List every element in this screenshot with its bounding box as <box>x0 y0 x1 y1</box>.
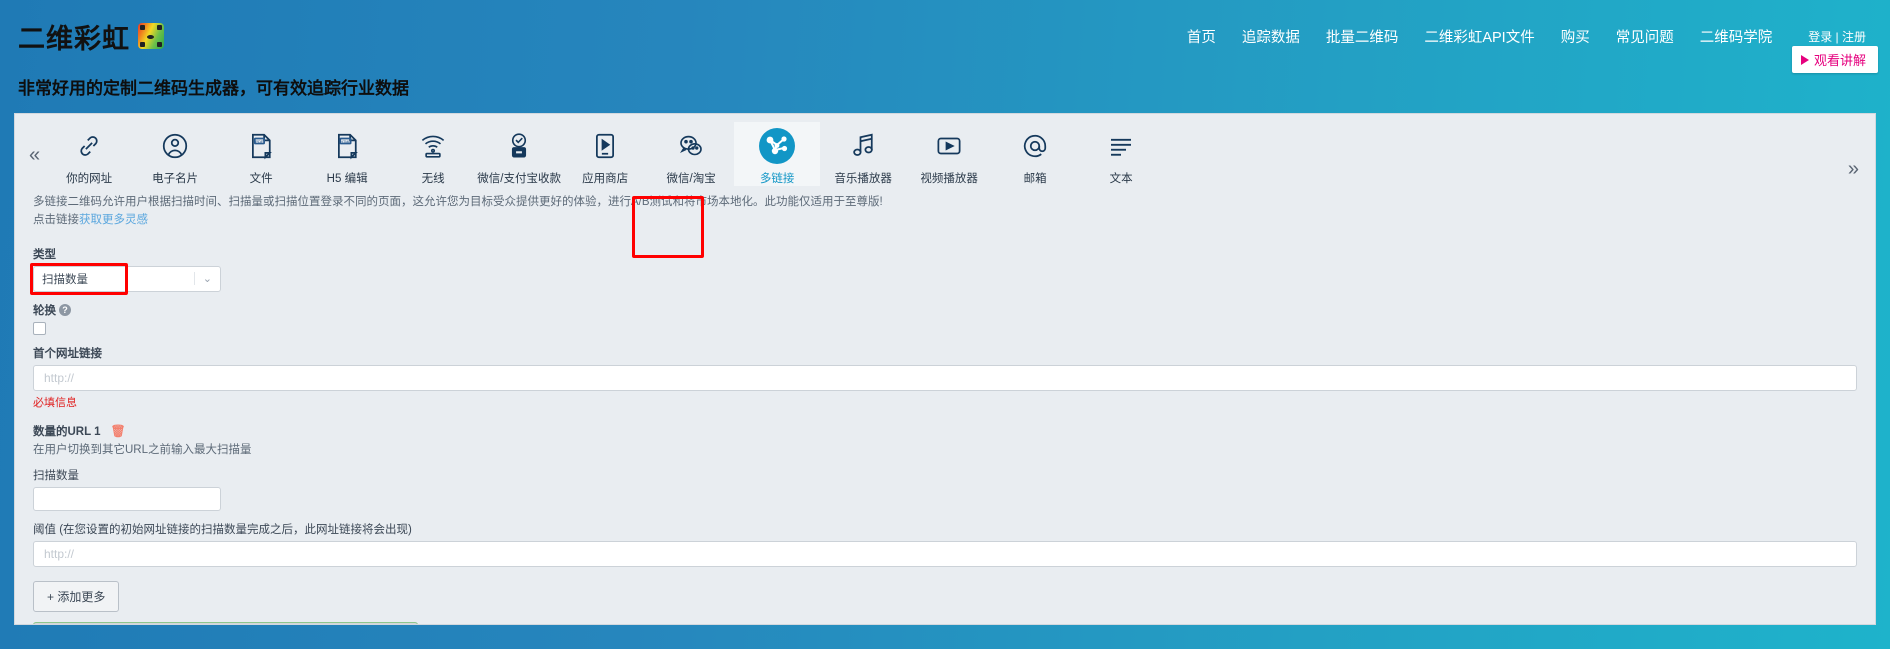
toolbar-label: 无线 <box>421 173 445 185</box>
wechat-taobao-icon <box>676 126 706 166</box>
toolbar-item-file[interactable]: PDF 文件 <box>218 122 304 186</box>
delete-icon[interactable]: 🗑 <box>111 424 126 438</box>
toolbar-label: 应用商店 <box>582 173 629 185</box>
nav-track-data[interactable]: 追踪数据 <box>1242 26 1300 47</box>
toolbar-item-wifi[interactable]: 无线 <box>390 122 476 186</box>
toolbar-item-app-store[interactable]: 应用商店 <box>562 122 648 186</box>
type-select-wrapper: 扫描数量 ⌄ <box>30 262 221 295</box>
generate-dynamic-qr-button[interactable]: 生成动态二维码 <box>33 621 418 624</box>
video-play-icon <box>934 126 964 166</box>
scan-count-input[interactable] <box>33 486 221 511</box>
type-select-value: 扫描数量 <box>42 273 88 286</box>
toolbar-item-email[interactable]: 邮箱 <box>992 122 1078 186</box>
music-note-icon <box>848 126 878 166</box>
toolbar-label: 你的网址 <box>66 173 113 185</box>
watch-tutorial-button[interactable]: 观看讲解 <box>1791 46 1878 73</box>
nav-academy[interactable]: 二维码学院 <box>1700 26 1773 47</box>
toolbar-item-music-player[interactable]: 音乐播放器 <box>820 122 906 186</box>
toolbar-item-text[interactable]: 文本 <box>1078 122 1164 186</box>
qr-type-toolbar: « 你的网址 电子名片 PDF 文件 HTML H5 编辑 无线 微信/支付宝收… <box>15 114 1875 192</box>
inspiration-link[interactable]: 获取更多灵感 <box>79 214 148 226</box>
toolbar-label: 邮箱 <box>1023 173 1047 185</box>
first-url-error: 必填信息 <box>33 396 77 409</box>
url-block-title: 数量的URL 1 <box>33 425 101 438</box>
toolbar-label: 音乐播放器 <box>834 173 892 185</box>
brand-logo-link[interactable]: 二维彩虹 <box>18 17 164 56</box>
play-triangle-icon <box>1800 54 1809 65</box>
scan-count-label: 扫描数量 <box>33 469 79 482</box>
login-register-link[interactable]: 登录 | 注册 <box>1808 28 1866 45</box>
first-url-label: 首个网址链接 <box>33 347 102 360</box>
toolbar-item-vcard[interactable]: 电子名片 <box>132 122 218 186</box>
link-icon <box>74 126 104 166</box>
first-url-input[interactable] <box>33 364 1857 391</box>
multi-link-icon <box>757 126 797 166</box>
add-more-button[interactable]: + 添加更多 <box>33 580 120 612</box>
toolbar-label: 文本 <box>1109 173 1133 185</box>
toolbar-label: 电子名片 <box>152 173 199 185</box>
brand-name: 二维彩虹 <box>18 23 130 54</box>
nav-faq[interactable]: 常见问题 <box>1616 26 1674 47</box>
toolbar-scroll-left-icon[interactable]: « <box>15 122 46 167</box>
toolbar-item-wechat-taobao[interactable]: 微信/淘宝 <box>648 122 734 186</box>
qr-mascot-icon <box>138 23 164 49</box>
toolbar-label: 微信/支付宝收款 <box>477 173 561 185</box>
pdf-file-icon: PDF <box>246 126 276 166</box>
nav-home[interactable]: 首页 <box>1187 26 1216 47</box>
toolbar-item-video-player[interactable]: 视频播放器 <box>906 122 992 186</box>
threshold-url-input[interactable] <box>33 540 1857 567</box>
rotate-checkbox[interactable] <box>33 321 46 335</box>
wifi-icon <box>418 126 448 166</box>
toolbar-label: 多链接 <box>759 173 795 185</box>
app-store-icon <box>590 126 620 166</box>
qr-generator-panel: « 你的网址 电子名片 PDF 文件 HTML H5 编辑 无线 微信/支付宝收… <box>14 113 1876 625</box>
type-field-label: 类型 <box>33 248 56 261</box>
description-prefix: 点击链接 <box>33 213 79 226</box>
toolbar-scroll-right-icon[interactable]: » <box>1834 136 1865 181</box>
help-icon[interactable]: ? <box>59 303 71 316</box>
nav-buy[interactable]: 购买 <box>1561 26 1590 47</box>
text-lines-icon <box>1106 126 1136 166</box>
watch-tutorial-label: 观看讲解 <box>1813 53 1866 68</box>
toolbar-item-multi-link[interactable]: 多链接 <box>734 122 821 186</box>
at-sign-icon <box>1020 126 1050 166</box>
multi-link-form: 类型 扫描数量 ⌄ 轮换? 首个网址链接 必填信息 数量的URL 1 🗑 在用户… <box>15 230 1875 624</box>
nav-api-docs[interactable]: 二维彩虹API文件 <box>1424 26 1534 47</box>
payment-icon <box>504 126 534 166</box>
toolbar-label: 微信/淘宝 <box>666 173 716 185</box>
type-select[interactable]: 扫描数量 ⌄ <box>33 265 221 292</box>
page-tagline: 非常好用的定制二维码生成器，可有效追踪行业数据 <box>18 79 409 98</box>
toolbar-label: H5 编辑 <box>326 173 368 185</box>
site-header: 二维彩虹 首页 追踪数据 批量二维码 二维彩虹API文件 购买 常见问题 二维码… <box>0 0 1890 73</box>
url-block-header: 数量的URL 1 🗑 <box>33 423 1857 439</box>
description-line-2: 点击链接获取更多灵感 <box>33 212 1857 230</box>
description-line-1: 多链接二维码允许用户根据扫描时间、扫描量或扫描位置登录不同的页面，这允许您为目标… <box>33 196 883 208</box>
toolbar-label: 视频播放器 <box>920 173 978 185</box>
main-navigation: 首页 追踪数据 批量二维码 二维彩虹API文件 购买 常见问题 二维码学院 登录… <box>1187 26 1872 47</box>
toolbar-item-h5-editor[interactable]: HTML H5 编辑 <box>304 122 390 186</box>
svg-text:PDF: PDF <box>256 139 265 144</box>
rotate-field-label: 轮换? <box>33 302 1857 318</box>
type-description: 多链接二维码允许用户根据扫描时间、扫描量或扫描位置登录不同的页面，这允许您为目标… <box>15 192 1875 230</box>
nav-bulk-qr[interactable]: 批量二维码 <box>1326 26 1399 47</box>
toolbar-item-payment[interactable]: 微信/支付宝收款 <box>476 122 562 186</box>
rotate-label-text: 轮换 <box>33 304 56 317</box>
url-block-note: 在用户切换到其它URL之前输入最大扫描量 <box>33 443 252 456</box>
chevron-down-icon: ⌄ <box>193 272 212 286</box>
svg-text:HTML: HTML <box>340 140 350 144</box>
person-circle-icon <box>160 126 190 166</box>
html-file-icon: HTML <box>332 126 362 166</box>
toolbar-label: 文件 <box>249 173 273 185</box>
toolbar-item-your-url[interactable]: 你的网址 <box>46 122 132 186</box>
threshold-label: 阈值 (在您设置的初始网址链接的扫描数量完成之后，此网址链接将会出现) <box>33 523 412 536</box>
